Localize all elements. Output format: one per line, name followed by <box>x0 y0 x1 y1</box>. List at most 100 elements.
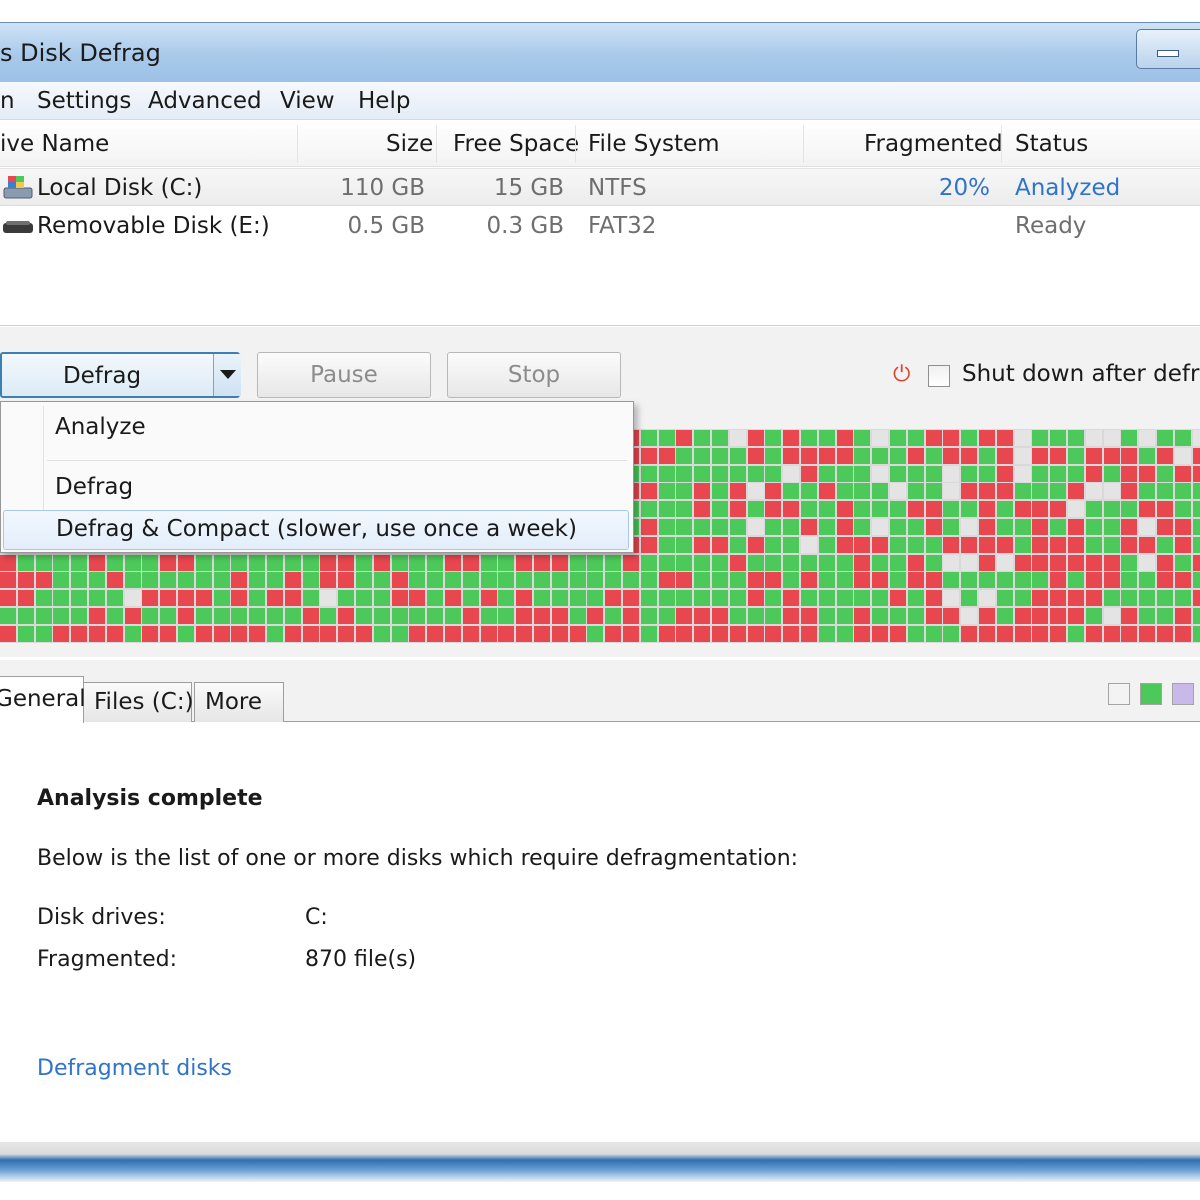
cluster-block <box>1032 625 1049 642</box>
column-drive-name[interactable]: ive Name <box>0 131 109 157</box>
defrag-split-button[interactable]: Defrag <box>0 352 241 398</box>
cluster-block <box>1050 590 1067 607</box>
menu-item-analyze[interactable]: Analyze <box>1 408 631 448</box>
cluster-block <box>409 625 426 642</box>
cluster-block <box>836 590 853 607</box>
cluster-block <box>890 447 906 464</box>
cluster-block <box>1157 572 1173 589</box>
cluster-block <box>1068 554 1084 571</box>
legend-free-swatch[interactable] <box>1108 683 1130 705</box>
cluster-block <box>213 572 230 589</box>
legend-other-swatch[interactable] <box>1172 683 1194 705</box>
drive-row-e[interactable]: Removable Disk (E:) 0.5 GB 0.3 GB FAT32 … <box>0 207 1200 245</box>
cluster-block <box>729 536 746 553</box>
cluster-block <box>53 554 70 571</box>
cluster-block <box>979 465 995 482</box>
tab-more[interactable]: More <box>194 682 284 722</box>
cluster-block <box>35 608 52 624</box>
stop-button[interactable]: Stop <box>447 352 621 398</box>
menu-help[interactable]: Help <box>358 88 410 114</box>
cluster-block <box>658 554 675 571</box>
cluster-block <box>35 625 52 642</box>
cluster-block <box>1050 519 1067 535</box>
cluster-block <box>676 447 693 464</box>
cluster-block <box>213 625 230 642</box>
column-file-system[interactable]: File System <box>588 131 720 157</box>
menu-item-defrag-compact[interactable]: Defrag & Compact (slower, use once a wee… <box>3 510 629 550</box>
menu-advanced[interactable]: Advanced <box>148 88 262 114</box>
cluster-block <box>961 465 978 482</box>
cluster-block <box>996 465 1013 482</box>
cluster-block <box>427 590 444 607</box>
cluster-block <box>1121 625 1138 642</box>
tab-files[interactable]: Files (C:) <box>83 682 194 722</box>
dropdown-arrow-icon[interactable] <box>213 354 241 396</box>
legend-used-swatch[interactable] <box>1140 683 1162 705</box>
cluster-block <box>1121 590 1138 607</box>
cluster-block <box>53 590 70 607</box>
cluster-block <box>1014 554 1031 571</box>
cluster-block <box>996 590 1013 607</box>
cluster-block <box>391 590 408 607</box>
cluster-block <box>979 519 995 535</box>
cluster-block <box>124 572 141 589</box>
defragment-disks-link[interactable]: Defragment disks <box>37 1056 232 1081</box>
cluster-block <box>694 572 711 589</box>
cluster-block <box>729 554 746 571</box>
cluster-block <box>71 625 88 642</box>
cluster-block <box>943 465 960 482</box>
pause-button[interactable]: Pause <box>257 352 431 398</box>
cluster-block <box>943 625 960 642</box>
disk-drives-label: Disk drives: <box>37 905 166 930</box>
cluster-block <box>338 608 355 624</box>
tab-general[interactable]: General <box>0 676 86 723</box>
cluster-block <box>623 590 639 607</box>
drive-row-c[interactable]: Local Disk (C:) 110 GB 15 GB NTFS 20% An… <box>0 168 1200 206</box>
cluster-block <box>1121 483 1138 500</box>
cluster-block <box>1121 554 1138 571</box>
info-description: Below is the list of one or more disks w… <box>37 846 799 871</box>
cluster-block <box>587 625 604 642</box>
column-free-space[interactable]: Free Space <box>453 131 579 157</box>
cluster-block <box>178 572 194 589</box>
minimize-button[interactable] <box>1136 29 1200 69</box>
cluster-block <box>1139 483 1156 500</box>
cluster-block <box>534 554 550 571</box>
cluster-block <box>1157 430 1173 446</box>
cluster-block <box>907 519 924 535</box>
cluster-block <box>1157 554 1173 571</box>
tab-strip: General Files (C:) More <box>0 660 1200 723</box>
cluster-block <box>729 465 746 482</box>
cluster-block <box>356 625 372 642</box>
cluster-block <box>925 572 942 589</box>
column-status[interactable]: Status <box>1015 131 1088 157</box>
cluster-block <box>1174 447 1191 464</box>
cluster-block <box>747 501 764 518</box>
cluster-block <box>907 465 924 482</box>
cluster-block <box>106 608 123 624</box>
column-size[interactable]: Size <box>386 131 433 157</box>
cluster-block <box>1014 447 1031 464</box>
shutdown-checkbox[interactable] <box>928 365 950 387</box>
cluster-block <box>801 501 817 518</box>
menu-view[interactable]: View <box>280 88 335 114</box>
menu-action[interactable]: n <box>0 88 15 114</box>
menu-settings[interactable]: Settings <box>37 88 131 114</box>
cluster-block <box>302 572 319 589</box>
cluster-block <box>605 608 622 624</box>
cluster-block <box>658 590 675 607</box>
cluster-block <box>925 625 942 642</box>
column-fragmented[interactable]: Fragmented <box>864 131 1003 157</box>
cluster-block <box>1192 465 1200 482</box>
cluster-block <box>712 608 728 624</box>
cluster-block <box>1050 536 1067 553</box>
cluster-block <box>1103 554 1120 571</box>
menu-item-defrag[interactable]: Defrag <box>1 468 631 508</box>
info-title: Analysis complete <box>37 786 263 811</box>
cluster-block <box>142 572 159 589</box>
cluster-block <box>338 625 355 642</box>
cluster-block <box>106 625 123 642</box>
cluster-block <box>1085 625 1102 642</box>
cluster-block <box>872 625 889 642</box>
cluster-block <box>1050 572 1067 589</box>
